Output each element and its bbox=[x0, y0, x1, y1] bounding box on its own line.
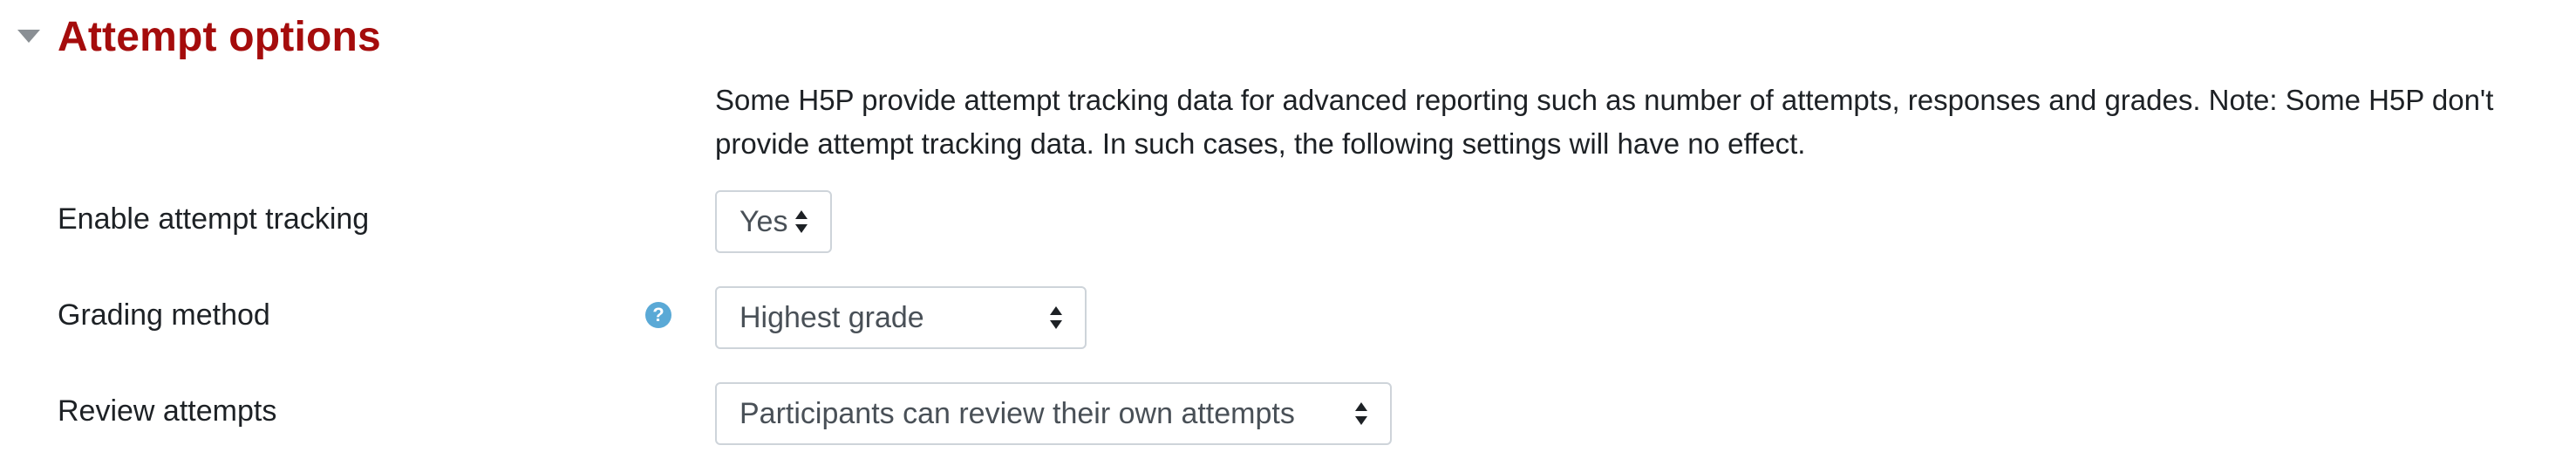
section-header[interactable]: Attempt options bbox=[16, 7, 381, 66]
enable-attempt-tracking-label: Enable attempt tracking bbox=[58, 202, 370, 236]
review-attempts-label: Review attempts bbox=[58, 394, 277, 428]
select-arrows-icon bbox=[795, 210, 808, 233]
caret-down-icon[interactable] bbox=[16, 24, 42, 50]
grading-method-select[interactable]: Highest grade bbox=[715, 286, 1087, 349]
enable-attempt-tracking-value: Yes bbox=[739, 204, 788, 238]
grading-method-value: Highest grade bbox=[739, 300, 924, 334]
select-arrows-icon bbox=[1355, 402, 1367, 425]
section-description: Some H5P provide attempt tracking data f… bbox=[715, 84, 2494, 160]
section-title[interactable]: Attempt options bbox=[58, 13, 381, 61]
question-circle-icon[interactable]: ? bbox=[645, 302, 671, 328]
review-attempts-select[interactable]: Participants can review their own attemp… bbox=[715, 382, 1392, 445]
review-attempts-value: Participants can review their own attemp… bbox=[739, 396, 1295, 430]
grading-method-label: Grading method bbox=[58, 298, 270, 332]
select-arrows-icon bbox=[1050, 306, 1062, 329]
enable-attempt-tracking-select[interactable]: Yes bbox=[715, 190, 832, 253]
